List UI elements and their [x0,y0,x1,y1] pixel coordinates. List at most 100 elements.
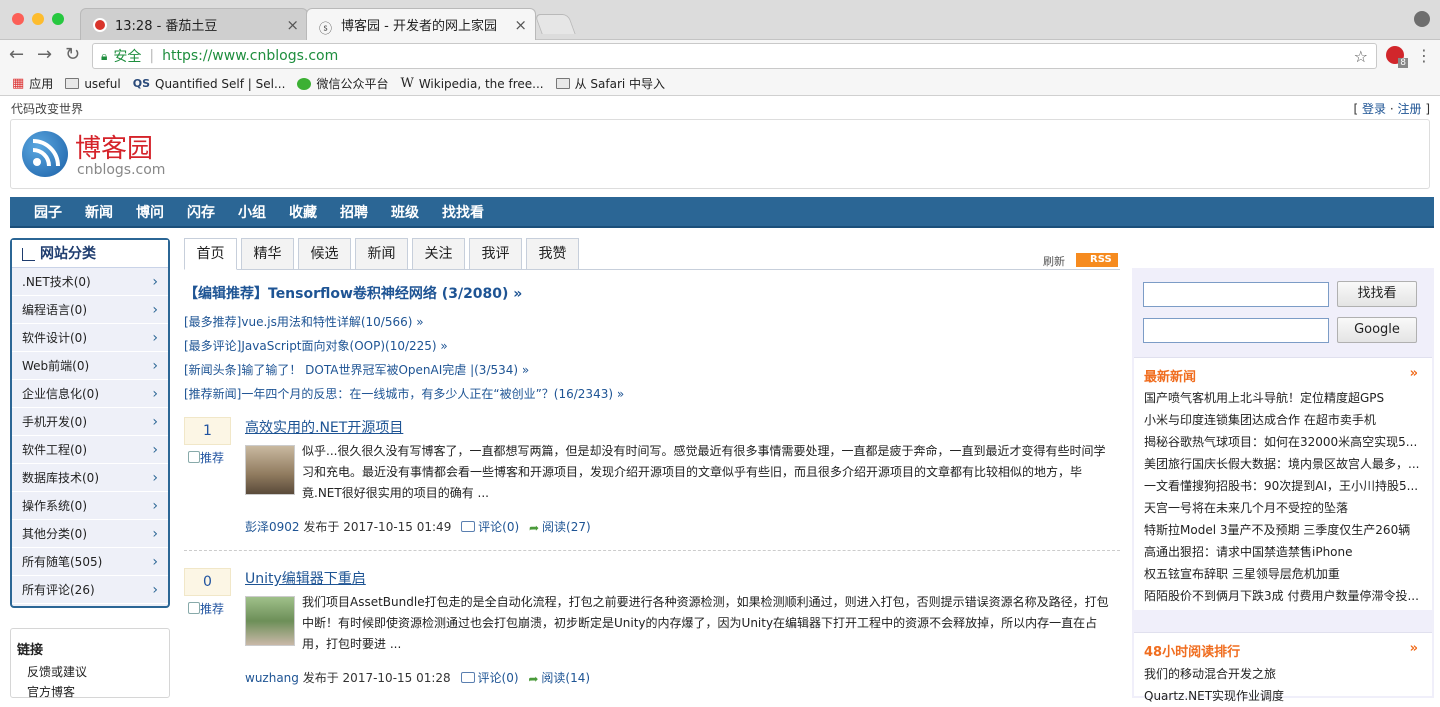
sub-headline[interactable]: [最多评论]JavaScript面向对象(OOP)(10/225) » [184,337,448,354]
google-search-input[interactable] [1143,318,1329,343]
digg-count[interactable]: 1 [184,417,231,445]
post-summary: 似乎...很久很久没有写博客了，一直都想写两篇，但是却没有时间写。感觉最近有很多… [302,444,1106,500]
sub-headline[interactable]: [新闻头条]输了输了！ DOTA世界冠军被OpenAI完虐 |(3/534) » [184,361,529,378]
tab-home[interactable]: 首页 [184,238,237,270]
author-avatar[interactable] [245,445,295,495]
latest-news-more[interactable]: » [1410,366,1418,381]
sub-headline[interactable]: [推荐新闻]一年四个月的反思：在一线城市，有多少人正在“被创业”？(16/234… [184,385,624,402]
category-item[interactable]: 所有随笔(505) › [12,548,168,576]
reading-rank-panel: 48小时阅读排行 » 我们的移动混合开发之旅 Quartz.NET实现作业调度 [1134,632,1432,703]
link-official-blog[interactable]: 官方博客 [17,682,169,702]
google-search-button[interactable]: Google [1337,317,1417,343]
nav-item-jobs[interactable]: 招聘 [340,202,368,222]
comment-link[interactable]: 评论(0) [478,520,519,534]
nav-item-news[interactable]: 新闻 [85,202,113,222]
category-item[interactable]: 其他分类(0) › [12,520,168,548]
category-item[interactable]: .NET技术(0) › [12,268,168,296]
refresh-link[interactable]: 刷新 [1043,253,1065,269]
logo-title[interactable]: 博客园 [75,128,153,165]
reading-item[interactable]: Quartz.NET实现作业调度 [1144,685,1424,707]
news-item[interactable]: 高通出狠招：请求中国禁造禁售iPhone [1144,541,1424,563]
close-window-button[interactable] [12,13,24,25]
login-link[interactable]: 登录 [1362,102,1386,116]
category-item[interactable]: 软件设计(0) › [12,324,168,352]
sub-headline[interactable]: [最多推荐]vue.js用法和特性详解(10/566) » [184,313,424,330]
back-icon[interactable]: ← [9,44,24,65]
nav-item-favorites[interactable]: 收藏 [289,202,317,222]
reading-rank-more[interactable]: » [1410,641,1418,656]
bookmark-wikipedia[interactable]: W Wikipedia, the free... [400,76,543,91]
latest-news-title[interactable]: 最新新闻 [1144,366,1196,385]
category-item[interactable]: 手机开发(0) › [12,408,168,436]
news-item[interactable]: 权五铉宣布辞职 三星领导层危机加重 [1144,563,1424,585]
register-link[interactable]: 注册 [1397,102,1421,116]
close-tab-icon[interactable]: × [514,16,527,34]
bookmark-safari-import[interactable]: 从 Safari 中导入 [555,75,665,92]
nav-item-groups[interactable]: 小组 [238,202,266,222]
tab-candidates[interactable]: 候选 [298,238,351,270]
tab-following[interactable]: 关注 [412,238,465,270]
reload-icon[interactable]: ↻ [65,44,80,65]
rss-button[interactable]: RSS [1076,253,1118,267]
editor-pick-headline[interactable]: 【编辑推荐】Tensorflow卷积神经网络 (3/2080) » [184,283,522,303]
news-item[interactable]: 美团旅行国庆长假大数据：境内景区故宫人最多，... [1144,453,1424,475]
comment-link[interactable]: 评论(0) [478,671,519,685]
news-item[interactable]: 天宫一号将在未来几个月不受控的坠落 [1144,497,1424,519]
recommend-button[interactable]: 推荐 [184,600,231,617]
bookmark-wechat[interactable]: 微信公众平台 [297,75,388,92]
category-item[interactable]: 编程语言(0) › [12,296,168,324]
category-item[interactable]: 所有评论(26) › [12,576,168,604]
reading-item[interactable]: 我们的移动混合开发之旅 [1144,663,1424,685]
post-author[interactable]: wuzhang [245,671,299,685]
nav-item-garden[interactable]: 园子 [34,202,62,222]
read-link[interactable]: 阅读(27) [542,520,591,534]
news-item[interactable]: 一文看懂搜狗招股书：90次提到AI，王小川持股5... [1144,475,1424,497]
recommend-button[interactable]: 推荐 [184,449,231,466]
news-item[interactable]: 小米与印度连锁集团达成合作 在超市卖手机 [1144,409,1424,431]
browser-tab-2[interactable]: ⓢ 博客园 - 开发者的网上家园 × [306,8,536,40]
maximize-window-button[interactable] [52,13,64,25]
forward-icon[interactable]: → [37,44,52,65]
tab-my-comments[interactable]: 我评 [469,238,522,270]
bookmark-apps[interactable]: ▦ 应用 [12,75,53,92]
category-item[interactable]: 操作系统(0) › [12,492,168,520]
browser-tab-1[interactable]: 13:28 - 番茄土豆 × [80,8,308,40]
news-item[interactable]: 特斯拉Model 3量产不及预期 三季度仅生产260辆 [1144,519,1424,541]
minimize-window-button[interactable] [32,13,44,25]
read-link[interactable]: 阅读(14) [541,671,590,685]
adblock-icon[interactable]: 8 [1386,46,1408,68]
category-item[interactable]: 企业信息化(0) › [12,380,168,408]
category-item[interactable]: Web前端(0) › [12,352,168,380]
bookmark-useful[interactable]: useful [65,77,121,91]
new-tab-button[interactable] [534,14,576,34]
nav-item-flash[interactable]: 闪存 [187,202,215,222]
tomato-favicon-icon [93,17,107,32]
post-title[interactable]: 高效实用的.NET开源项目 [245,417,403,437]
close-tab-icon[interactable]: × [286,16,299,34]
site-search-input[interactable] [1143,282,1329,307]
menu-icon[interactable]: ⋮ [1416,46,1432,65]
post-title[interactable]: Unity编辑器下重启 [245,568,366,588]
bookmark-quantified-self[interactable]: QS Quantified Self | Sel... [133,77,286,91]
reading-rank-title[interactable]: 48小时阅读排行 [1144,641,1240,660]
profile-icon[interactable] [1414,11,1430,27]
news-item[interactable]: 揭秘谷歌热气球项目：如何在32000米高空实现5... [1144,431,1424,453]
site-search-button[interactable]: 找找看 [1337,281,1417,307]
address-bar[interactable]: 🔒︎ 安全 | https://www.cnblogs.com ☆ [92,43,1377,69]
digg-count[interactable]: 0 [184,568,231,596]
author-avatar[interactable] [245,596,295,646]
category-item[interactable]: 数据库技术(0) › [12,464,168,492]
nav-item-search[interactable]: 找找看 [442,202,484,222]
tab-featured[interactable]: 精华 [241,238,294,270]
post-author[interactable]: 彭泽0902 [245,520,300,534]
news-item[interactable]: 国产喷气客机用上北斗导航！定位精度超GPS [1144,387,1424,409]
tab-news[interactable]: 新闻 [355,238,408,270]
bookmark-star-icon[interactable]: ☆ [1354,47,1368,66]
category-item[interactable]: 软件工程(0) › [12,436,168,464]
nav-item-classes[interactable]: 班级 [391,202,419,222]
link-feedback[interactable]: 反馈或建议 [17,662,169,682]
tab-my-likes[interactable]: 我赞 [526,238,579,270]
nav-item-questions[interactable]: 博问 [136,202,164,222]
cnblogs-logo-icon[interactable] [22,131,68,177]
news-item[interactable]: 陌陌股价不到俩月下跌3成 付费用户数量停滞令投... [1144,585,1424,607]
